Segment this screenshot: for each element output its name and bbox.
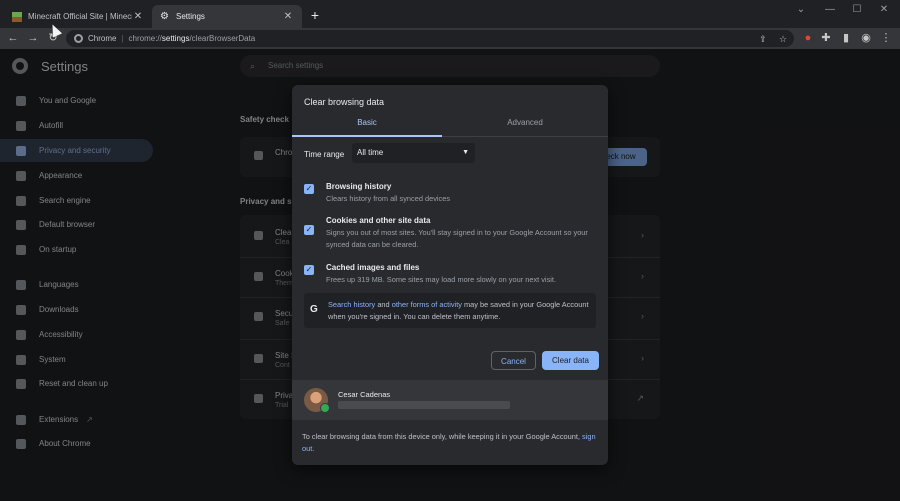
site-chip: Chrome xyxy=(88,34,117,43)
url-host: settings xyxy=(161,34,190,43)
option-title: Browsing history xyxy=(326,182,392,191)
account-email-redacted xyxy=(338,401,510,409)
account-row: Cesar Cadenas xyxy=(292,380,608,420)
dialog-footer: To clear browsing data from this device … xyxy=(302,431,598,455)
clear-data-button[interactable]: Clear data xyxy=(542,351,599,370)
google-g-icon: G xyxy=(310,304,318,315)
option-cookies: ✓ Cookies and other site data Signs you … xyxy=(304,216,600,252)
tab-strip: Minecraft Official Site | Minecraft ✕ ⚙ … xyxy=(0,0,900,28)
google-activity-note: G Search history and other forms of acti… xyxy=(304,293,596,328)
other-activity-link[interactable]: other forms of activity xyxy=(392,300,462,309)
close-window-button[interactable]: ✕ xyxy=(870,2,898,18)
search-history-link[interactable]: Search history xyxy=(328,300,375,309)
toolbar: ← → ↻ Chrome | chrome:// settings /clear… xyxy=(0,28,900,49)
tab-label: Settings xyxy=(176,12,205,21)
tab-search-icon[interactable]: ⌄ xyxy=(787,2,815,18)
forward-arrow-icon[interactable]: → xyxy=(25,30,41,46)
profile-avatar-icon[interactable]: ◉ xyxy=(858,30,874,46)
browsing-history-checkbox[interactable]: ✓ xyxy=(304,184,314,194)
tab-settings[interactable]: ⚙ Settings ✕ xyxy=(152,5,302,28)
close-icon[interactable]: ✕ xyxy=(282,11,294,22)
option-title: Cookies and other site data xyxy=(326,216,431,225)
cancel-button[interactable]: Cancel xyxy=(491,351,536,370)
minecraft-favicon-icon xyxy=(12,11,22,22)
time-range-select[interactable]: All time ▼ xyxy=(352,143,475,163)
sync-icon xyxy=(320,403,330,413)
bookmark-star-icon[interactable]: ☆ xyxy=(776,32,790,46)
account-name: Cesar Cadenas xyxy=(338,390,391,399)
option-browsing-history: ✓ Browsing history Clears history from a… xyxy=(304,182,600,206)
chrome-icon xyxy=(74,34,83,43)
side-panel-icon[interactable]: ▮ xyxy=(838,30,854,46)
caret-down-icon: ▼ xyxy=(462,149,469,156)
new-tab-button[interactable]: + xyxy=(308,8,322,22)
back-arrow-icon[interactable]: ← xyxy=(5,30,21,46)
time-range-value: All time xyxy=(357,148,384,157)
extension-red-icon[interactable]: ● xyxy=(800,30,816,46)
minimize-button[interactable]: — xyxy=(816,2,844,18)
divider: | xyxy=(121,34,124,43)
maximize-button[interactable]: ☐ xyxy=(843,2,871,18)
option-sub: Signs you out of most sites. You'll stay… xyxy=(326,228,588,249)
share-icon[interactable]: ⇪ xyxy=(756,32,770,46)
option-title: Cached images and files xyxy=(326,263,420,272)
url-scheme: chrome:// xyxy=(128,34,162,43)
note-and: and xyxy=(377,300,390,309)
puzzle-icon[interactable]: ✚ xyxy=(818,30,834,46)
close-icon[interactable]: ✕ xyxy=(132,11,144,22)
gear-icon: ⚙ xyxy=(160,10,169,22)
tab-minecraft[interactable]: Minecraft Official Site | Minecraft ✕ xyxy=(4,5,152,28)
option-sub: Clears history from all synced devices xyxy=(326,194,451,203)
more-menu-icon[interactable]: ⋮ xyxy=(878,30,894,46)
time-range-label: Time range xyxy=(304,150,345,159)
tab-basic[interactable]: Basic xyxy=(292,113,442,137)
tab-advanced[interactable]: Advanced xyxy=(442,113,608,137)
note-text: Search history and other forms of activi… xyxy=(328,299,590,323)
option-cached-images: ✓ Cached images and files Frees up 319 M… xyxy=(304,263,600,287)
cookies-checkbox[interactable]: ✓ xyxy=(304,225,314,235)
dialog-tabs: Basic Advanced xyxy=(292,113,608,137)
address-bar[interactable]: Chrome | chrome:// settings /clearBrowse… xyxy=(66,30,794,47)
url-path: /clearBrowserData xyxy=(189,34,256,43)
footer-text: To clear browsing data from this device … xyxy=(302,432,580,441)
cached-images-checkbox[interactable]: ✓ xyxy=(304,265,314,275)
clear-browsing-data-dialog: Clear browsing data Basic Advanced Time … xyxy=(292,85,608,465)
tab-label: Minecraft Official Site | Minecraft xyxy=(28,12,132,21)
option-sub: Frees up 319 MB. Some sites may load mor… xyxy=(326,275,557,284)
dialog-title: Clear browsing data xyxy=(304,97,385,107)
